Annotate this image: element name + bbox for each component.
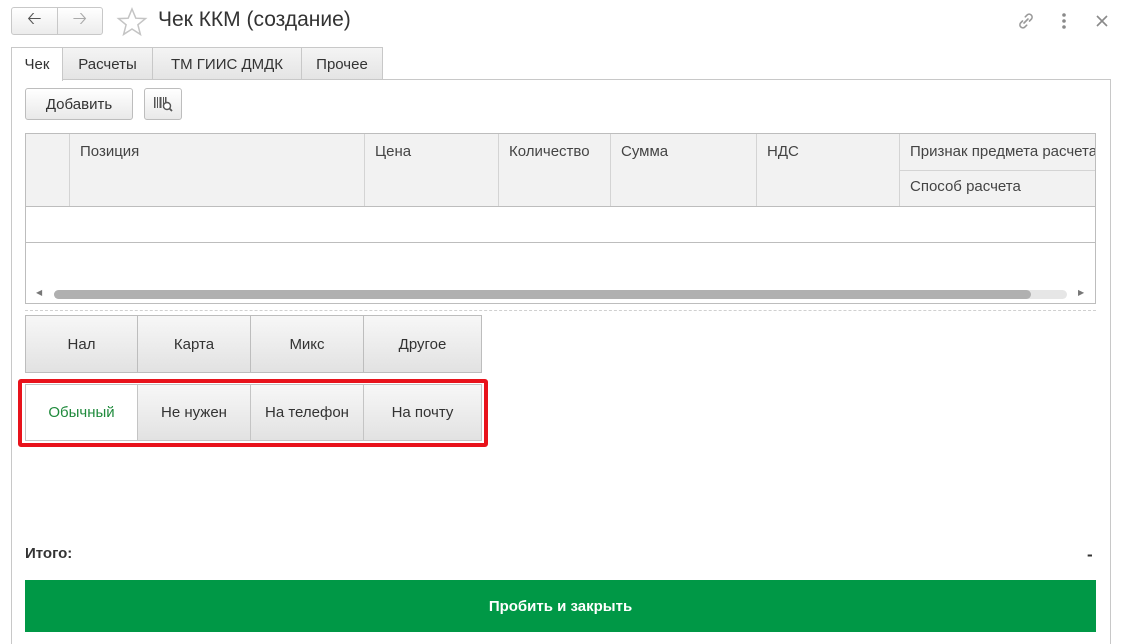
cash-button[interactable]: Нал (25, 315, 138, 373)
total-value: - (1087, 545, 1093, 564)
table-row[interactable] (26, 206, 1095, 243)
tab-check[interactable]: Чек (11, 47, 63, 81)
column-header-payment-subject[interactable]: Признак предмета расчета (900, 134, 1095, 170)
column-header-quantity[interactable]: Количество (499, 134, 611, 206)
tab-giis-dmdk[interactable]: ТМ ГИИС ДМДК (152, 47, 302, 80)
row-marker-column (26, 134, 70, 206)
print-and-close-button[interactable]: Пробить и закрыть (25, 580, 1096, 632)
more-vertical-icon[interactable] (1053, 10, 1075, 32)
column-header-position[interactable]: Позиция (70, 134, 365, 206)
window-title: Чек ККМ (создание) (158, 8, 351, 31)
barcode-search-icon (154, 97, 173, 112)
add-button[interactable]: Добавить (25, 88, 133, 120)
scroll-right-icon[interactable]: ▶ (1078, 288, 1084, 297)
total-label: Итого: (25, 545, 73, 562)
scrollbar-thumb[interactable] (54, 290, 1031, 299)
column-header-price[interactable]: Цена (365, 134, 499, 206)
other-payment-button[interactable]: Другое (363, 315, 482, 373)
tab-payments[interactable]: Расчеты (62, 47, 153, 80)
scroll-left-icon[interactable]: ◀ (36, 288, 42, 297)
arrow-right-icon: 🡢 (72, 8, 88, 28)
divider (25, 310, 1096, 311)
barcode-search-button[interactable] (144, 88, 182, 120)
arrow-left-icon: 🡠 (26, 8, 42, 28)
items-table[interactable]: Позиция Цена Количество Сумма НДС Призна… (25, 133, 1096, 304)
column-header-vat[interactable]: НДС (757, 134, 900, 206)
forward-button[interactable]: 🡢 (56, 8, 103, 34)
tab-other[interactable]: Прочее (301, 47, 383, 80)
navigation-buttons: 🡠 🡢 (11, 7, 103, 35)
card-button[interactable]: Карта (137, 315, 251, 373)
back-button[interactable]: 🡠 (12, 8, 57, 34)
close-icon[interactable] (1091, 10, 1113, 32)
column-header-sum[interactable]: Сумма (611, 134, 757, 206)
column-header-payment-method[interactable]: Способ расчета (900, 170, 1095, 206)
mixed-button[interactable]: Микс (250, 315, 364, 373)
highlight-frame (18, 379, 488, 447)
star-icon[interactable] (116, 6, 148, 38)
link-icon[interactable] (1015, 10, 1037, 32)
